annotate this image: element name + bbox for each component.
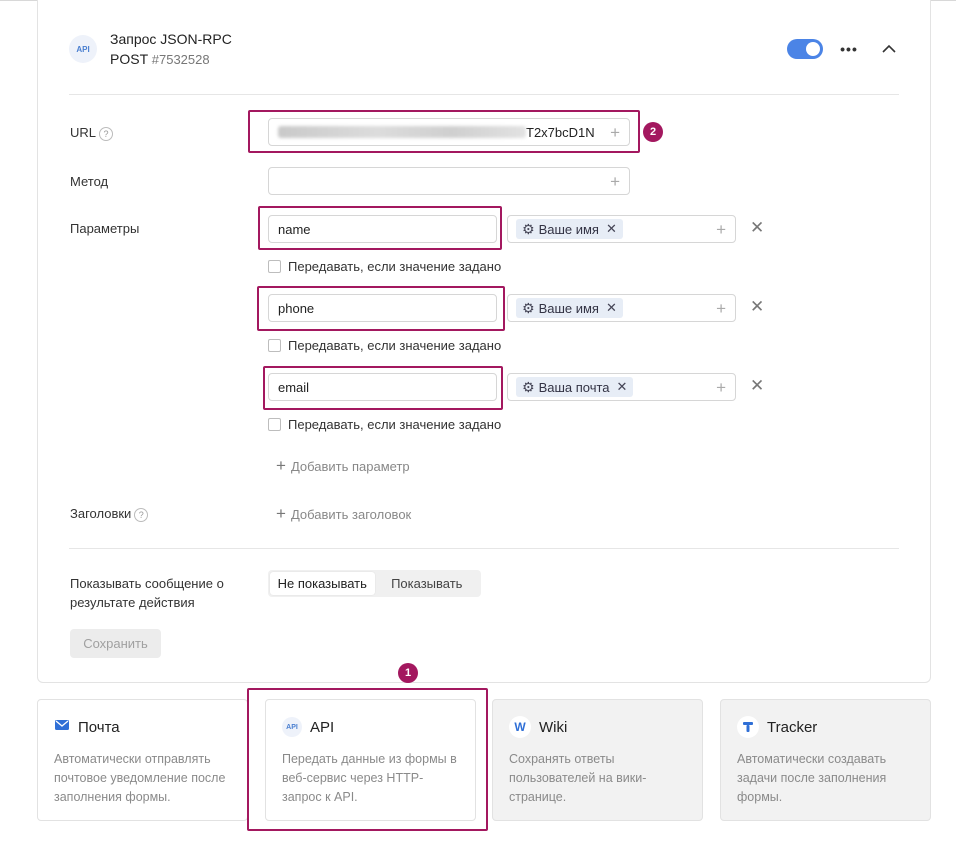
tracker-icon xyxy=(737,716,759,738)
integration-tile-wiki[interactable]: W Wiki Сохранять ответы пользователей на… xyxy=(492,699,703,821)
url-label-text: URL xyxy=(70,125,97,140)
gear-icon: ⚙ xyxy=(522,220,535,237)
checkbox-label: Передавать, если значение задано xyxy=(288,338,502,353)
result-message-switch: Не показывать Показывать xyxy=(268,570,481,597)
tile-description: Автоматически создавать задачи после зап… xyxy=(737,752,887,804)
tile-description: Автоматически отправлять почтовое уведом… xyxy=(54,752,226,804)
chip-label: Ваша почта xyxy=(538,379,610,395)
chevron-up-icon[interactable] xyxy=(878,38,900,60)
checkbox[interactable] xyxy=(268,260,281,273)
plus-icon[interactable]: + xyxy=(716,300,726,317)
field-chip: ⚙ Ваша почта ✕ xyxy=(516,377,634,397)
checkbox-label: Передавать, если значение задано xyxy=(288,259,502,274)
field-chip: ⚙ Ваше имя ✕ xyxy=(516,219,623,239)
param-value-input[interactable]: ⚙ Ваше имя ✕ + xyxy=(507,215,736,243)
integration-tile-mail[interactable]: Почта Автоматически отправлять почтовое … xyxy=(37,699,248,821)
params-label: Параметры xyxy=(70,221,140,236)
tile-title: Почта xyxy=(78,718,120,736)
param-name-value: phone xyxy=(278,300,315,316)
tile-head: W Wiki xyxy=(509,716,686,738)
checkbox[interactable] xyxy=(268,339,281,352)
method-label: Метод xyxy=(70,174,109,189)
option-hide[interactable]: Не показывать xyxy=(270,572,375,595)
result-message-label: Показывать сообщение о результате действ… xyxy=(70,576,224,610)
api-icon: API xyxy=(69,35,97,63)
divider xyxy=(69,94,899,95)
gear-icon: ⚙ xyxy=(522,299,535,316)
headers-label-text: Заголовки xyxy=(70,506,132,521)
plus-icon[interactable]: + xyxy=(716,221,726,238)
param-value-input[interactable]: ⚙ Ваша почта ✕ + xyxy=(507,373,736,401)
param-name-input[interactable]: phone xyxy=(268,294,497,322)
api-icon: API xyxy=(282,717,302,737)
param-name-input[interactable]: name xyxy=(268,215,497,243)
checkbox[interactable] xyxy=(268,418,281,431)
tile-title: Wiki xyxy=(539,718,568,736)
marker-1: 1 xyxy=(398,663,418,683)
chip-remove-icon[interactable]: ✕ xyxy=(606,300,617,316)
chip-label: Ваше имя xyxy=(538,300,599,316)
integration-id: #7532528 xyxy=(151,52,210,67)
pass-if-set-checkbox[interactable]: Передавать, если значение задано xyxy=(268,338,501,353)
integration-subtitle: POST #7532528 xyxy=(110,51,210,67)
enable-toggle[interactable] xyxy=(787,39,823,59)
remove-param-icon[interactable]: ✕ xyxy=(750,218,764,238)
url-blurred-value xyxy=(278,126,526,138)
tile-description: Передать данные из формы в веб-сервис че… xyxy=(282,752,457,804)
divider xyxy=(69,548,899,549)
plus-icon: + xyxy=(276,456,286,475)
plus-icon: + xyxy=(276,504,286,523)
add-header-button[interactable]: + Добавить заголовок xyxy=(276,504,411,524)
integration-tile-api[interactable]: API API Передать данные из формы в веб-с… xyxy=(265,699,476,821)
marker-2: 2 xyxy=(643,122,663,142)
param-value-input[interactable]: ⚙ Ваше имя ✕ + xyxy=(507,294,736,322)
help-icon[interactable]: ? xyxy=(99,126,114,141)
checkbox-label: Передавать, если значение задано xyxy=(288,417,502,432)
save-button[interactable]: Сохранить xyxy=(70,629,161,658)
chip-remove-icon[interactable]: ✕ xyxy=(606,221,617,237)
add-param-label: Добавить параметр xyxy=(290,458,410,474)
headers-label: Заголовки? xyxy=(70,506,149,522)
param-name-value: name xyxy=(278,221,311,237)
field-chip: ⚙ Ваше имя ✕ xyxy=(516,298,623,318)
help-icon[interactable]: ? xyxy=(134,507,149,522)
url-label: URL? xyxy=(70,125,114,141)
plus-icon[interactable]: + xyxy=(610,173,620,190)
chip-remove-icon[interactable]: ✕ xyxy=(617,379,628,395)
remove-param-icon[interactable]: ✕ xyxy=(750,376,764,396)
remove-param-icon[interactable]: ✕ xyxy=(750,297,764,317)
tile-title: API xyxy=(310,718,335,736)
param-name-input[interactable]: email xyxy=(268,373,497,401)
gear-icon: ⚙ xyxy=(522,378,535,395)
method-text: POST xyxy=(110,51,148,67)
integration-tile-tracker[interactable]: Tracker Автоматически создавать задачи п… xyxy=(720,699,931,821)
url-value-tail: T2x7bcD1N xyxy=(526,124,595,140)
plus-icon[interactable]: + xyxy=(716,379,726,396)
chip-label: Ваше имя xyxy=(538,221,599,237)
tile-head: API API xyxy=(282,716,459,738)
plus-icon[interactable]: + xyxy=(610,124,620,141)
tile-head: Почта xyxy=(54,716,231,738)
toggle-knob xyxy=(806,42,820,56)
url-input[interactable]: T2x7bcD1N + xyxy=(268,118,630,146)
integration-title: Запрос JSON-RPC xyxy=(110,31,232,47)
tile-description: Сохранять ответы пользователей на вики-с… xyxy=(509,752,647,804)
mail-icon xyxy=(54,718,70,736)
wiki-icon: W xyxy=(509,716,531,738)
pass-if-set-checkbox[interactable]: Передавать, если значение задано xyxy=(268,259,501,274)
add-header-label: Добавить заголовок xyxy=(290,506,412,522)
pass-if-set-checkbox[interactable]: Передавать, если значение задано xyxy=(268,417,501,432)
option-show[interactable]: Показывать xyxy=(375,572,480,595)
add-param-button[interactable]: + Добавить параметр xyxy=(276,456,410,476)
tile-head: Tracker xyxy=(737,716,914,738)
tile-title: Tracker xyxy=(767,718,818,736)
param-name-value: email xyxy=(278,379,310,395)
method-input[interactable]: + xyxy=(268,167,630,195)
more-icon[interactable]: ••• xyxy=(838,38,860,60)
